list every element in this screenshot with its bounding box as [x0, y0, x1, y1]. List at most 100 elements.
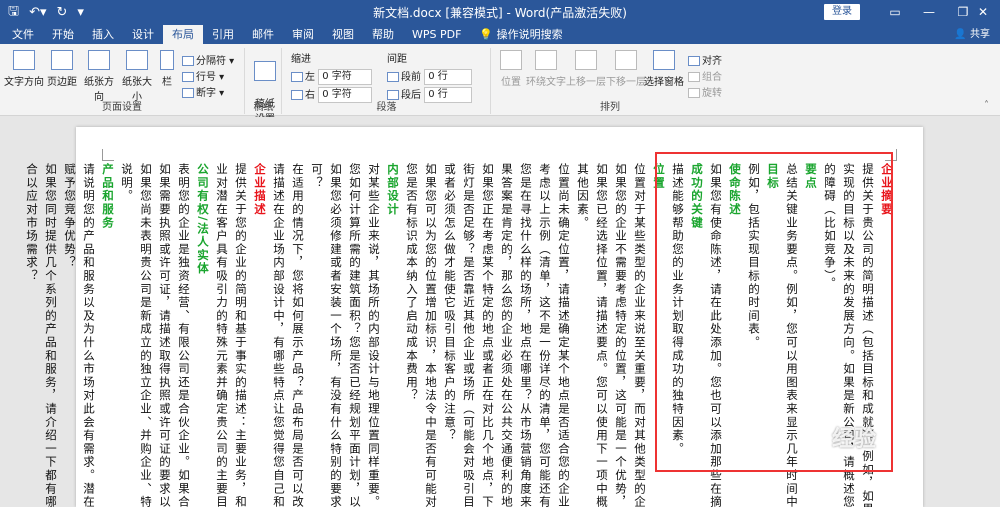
position-button[interactable]: 位置: [496, 50, 526, 88]
lightbulb-icon: 💡: [479, 28, 494, 41]
ribbon-tabs: 文件 开始 插入 设计 布局 引用 邮件 审阅 视图 帮助 WPS PDF 💡 …: [0, 25, 1000, 44]
paragraph-label: 段落: [376, 102, 397, 113]
breaks-button[interactable]: 分隔符 ▾: [182, 52, 234, 67]
login-button[interactable]: 登录: [824, 4, 860, 20]
page-setup-label: 页面设置: [102, 102, 142, 113]
page-setup-group: 文字方向 页边距 纸张方向 纸张大小 栏 分隔符 ▾ 行号 ▾ 断字 ▾ 页面设…: [0, 48, 245, 114]
tab-design[interactable]: 设计: [123, 25, 163, 44]
share-button[interactable]: 👤 共享: [954, 25, 990, 44]
paragraph-line: 实现的目标以及未来的发展方向。如果是新公司，请概述您的计划、开: [842, 163, 856, 507]
text-direction-icon: [13, 50, 35, 70]
line-numbers-icon: [182, 72, 194, 82]
close-button[interactable]: ✕: [966, 0, 1000, 25]
draft-paper-icon: [254, 61, 276, 81]
indent-header: 缩进: [291, 54, 311, 65]
paragraph-line: 提供关于您的企业的简明和基于事实的描述：主要业务，和使其与众不: [234, 163, 248, 507]
tab-file[interactable]: 文件: [0, 25, 43, 44]
size-button[interactable]: 纸张大小: [118, 50, 156, 103]
send-backward-button[interactable]: 下移一层: [606, 50, 646, 88]
bring-forward-button[interactable]: 上移一层: [566, 50, 606, 88]
draft-settings-button[interactable]: 稿纸 设置: [250, 50, 280, 125]
tab-help[interactable]: 帮助: [363, 25, 403, 44]
undo-icon[interactable]: ↶▾: [29, 5, 46, 20]
paragraph-line: 如果您有使命陈述，请在此处添加。您也可以添加那些在摘要的其他: [709, 163, 723, 507]
tab-view[interactable]: 视图: [323, 25, 363, 44]
draft-group: 稿纸 设置 稿纸: [246, 48, 282, 125]
hyphenation-icon: [182, 88, 194, 98]
section-heading: 公司有权/法人实体: [196, 163, 210, 276]
selection-pane-button[interactable]: 选择窗格: [644, 50, 684, 88]
spacing-header: 间距: [387, 54, 407, 65]
paper-size-icon: [126, 50, 148, 70]
paragraph-line: 位置尚未确定位置，请描述确定某个地点是否适合您的企业的主要标准: [557, 163, 571, 507]
paragraph-line: 如果您正在考虑某个特定的地点或者正在对比几个地点，下面几点可能: [481, 163, 495, 507]
tab-layout[interactable]: 布局: [163, 25, 203, 44]
spacing-before-icon: [387, 72, 399, 82]
section-heading: 产品和服务: [101, 163, 115, 230]
wrap-text-button[interactable]: 环绕文字: [526, 50, 566, 88]
margins-button[interactable]: 页边距: [46, 50, 78, 88]
section-heading: 企业描述: [253, 163, 267, 217]
tab-wps-pdf[interactable]: WPS PDF: [403, 25, 470, 44]
paragraph-line: 对某些企业来说，其场所的内部设计与地理位置同样重要。如果您的企: [367, 163, 381, 507]
position-icon: [500, 50, 522, 70]
draft-label: 稿纸: [253, 102, 274, 113]
selection-pane-icon: [653, 50, 675, 70]
text-direction-button[interactable]: 文字方向: [4, 50, 44, 88]
paragraph-line: 如果您可以为您的位置增加标识，本地法令中是否有可能对您有负面影: [424, 163, 438, 507]
margin-corner-mark: [102, 149, 114, 161]
columns-button[interactable]: 栏: [158, 50, 176, 88]
minimize-button[interactable]: —: [912, 0, 946, 25]
bring-forward-icon: [575, 50, 597, 70]
margins-icon: [51, 50, 73, 70]
paragraph-line: 例如，包括实现目标的时间表。: [747, 163, 761, 350]
ribbon: 文字方向 页边距 纸张方向 纸张大小 栏 分隔符 ▾ 行号 ▾ 断字 ▾ 页面设…: [0, 44, 1000, 125]
group-button[interactable]: 组合: [688, 68, 722, 83]
section-heading: 目标: [766, 163, 780, 190]
tab-references[interactable]: 引用: [203, 25, 243, 44]
paragraph-line: 如果您同时提供几个系列的产品和服务，请介绍一下都有哪些。您为什: [44, 163, 58, 507]
paragraph-line: 如果您必须修建或者安装一个场所，有没有什么特别的要求/改动？如: [329, 163, 343, 507]
save-icon[interactable]: 🖫: [8, 2, 19, 24]
columns-icon: [160, 50, 174, 70]
breaks-icon: [182, 56, 194, 66]
hyphenation-button[interactable]: 断字 ▾: [182, 84, 224, 99]
tell-me-search[interactable]: 💡 操作说明搜索: [470, 25, 571, 44]
person-icon: 👤: [954, 29, 967, 40]
vertical-text-body[interactable]: 企业摘要 提供关于贵公司的简明描述（包括目标和成就）。例如，如果贵公司已存在多年，…: [24, 163, 895, 507]
paragraph-line: 请描述在企业场内部设计中，有哪些特点让您觉得您自己和其他企业相: [272, 163, 286, 507]
spacing-before-row: 段前 0 行: [387, 68, 473, 85]
orientation-button[interactable]: 纸张方向: [80, 50, 118, 103]
paragraph-line: 如果您尚未表明贵公司是新成立的独立企业、并购企业、特许经营企业: [139, 163, 153, 507]
line-numbers-button[interactable]: 行号 ▾: [182, 68, 224, 83]
paragraph-line: 如果您已经选择位置，请描述要点。您可以使用下一项中概括的问题来: [595, 163, 609, 507]
paragraph-line: 或者必须怎么做才能使它吸引目标客户的注意？: [443, 163, 457, 443]
wrap-text-icon: [535, 50, 557, 70]
customize-qat-icon[interactable]: ▾: [77, 5, 84, 20]
group-icon: [688, 72, 700, 82]
tab-home[interactable]: 开始: [43, 25, 83, 44]
spacing-before-input[interactable]: 0 行: [424, 69, 473, 85]
paragraph-line: 在适用的情况下，您将如何展示产品？产品布局是否可以改善商店气氛: [291, 163, 305, 507]
tab-mailings[interactable]: 邮件: [243, 25, 283, 44]
tab-insert[interactable]: 插入: [83, 25, 123, 44]
section-heading: 使命陈述: [728, 163, 742, 217]
paragraph-group: 缩进 间距 左 0 字符 右 0 字符 段前 0 行 段后 0 行 段落: [283, 48, 491, 114]
paragraph-line: 位置对于某些类型的企业来说至关重要，而对其他类型的企业而言则不: [633, 163, 647, 507]
indent-left-input[interactable]: 0 字符: [318, 69, 373, 85]
paragraph-line: 可？: [310, 163, 324, 190]
collapse-ribbon-icon[interactable]: ˄: [984, 100, 989, 111]
paragraph-line: 提供关于贵公司的简明描述（包括目标和成就）。例如，如果贵公司已存在多年，可: [861, 163, 875, 507]
ribbon-display-options-icon[interactable]: ▭: [878, 0, 912, 25]
document-page[interactable]: 企业摘要 提供关于贵公司的简明描述（包括目标和成就）。例如，如果贵公司已存在多年，…: [25, 127, 923, 507]
paragraph-line: 您是在寻找什么样的场所，地点在哪里？从市场营销角度来讲，有没有: [519, 163, 533, 507]
paragraph-line: 请说明您的产品和服务以及为什么市场对此会有需求。潜在市场是什么: [82, 163, 96, 507]
rotate-button[interactable]: 旋转: [688, 84, 722, 99]
paragraph-line: 您如何计算所需的建筑面积？您是否已经规划平面计划，以确保最大: [348, 163, 362, 507]
arrange-group: 位置 环绕文字 上移一层 下移一层 选择窗格 对齐 组合 旋转 排列: [492, 48, 728, 114]
tab-review[interactable]: 审阅: [283, 25, 323, 44]
align-button[interactable]: 对齐: [688, 52, 722, 67]
paragraph-line: 如果您的企业不需要考虑特定的位置，这可能是一个优势，应在此处明: [614, 163, 628, 507]
section-heading: 成功的关键: [690, 163, 704, 230]
redo-icon[interactable]: ↻: [57, 5, 68, 20]
